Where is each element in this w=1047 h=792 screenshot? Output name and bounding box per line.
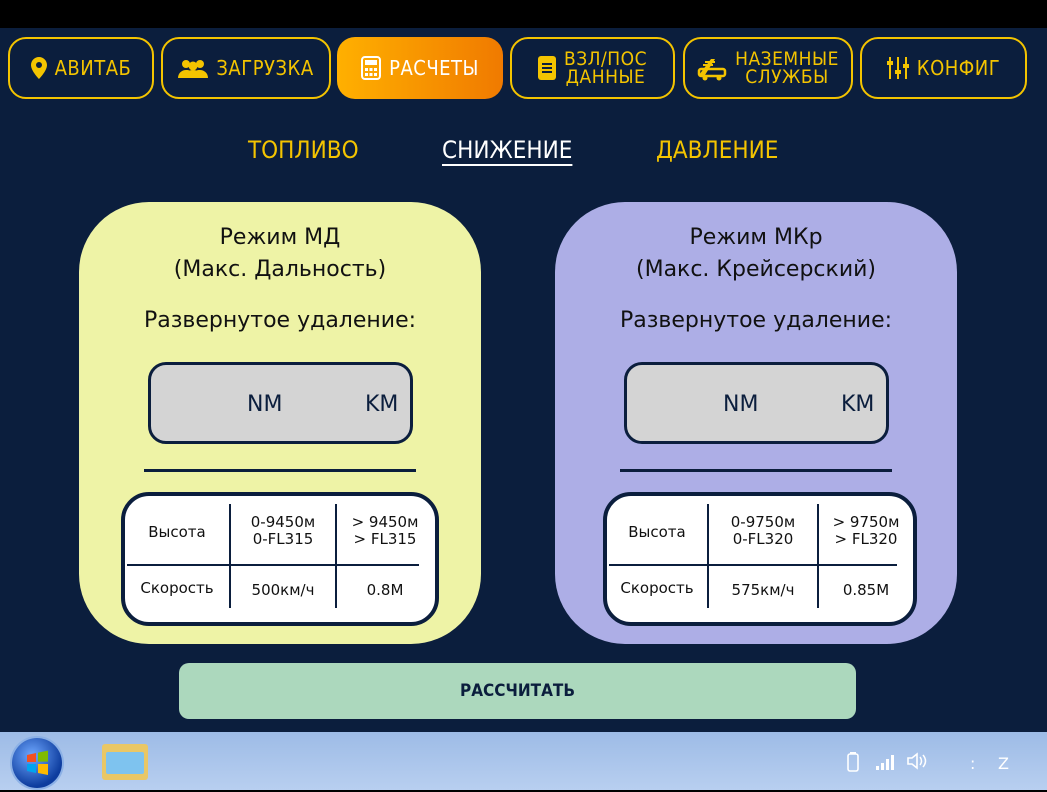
tab-loading[interactable]: ЗАГРУЗКА: [161, 37, 331, 99]
sliders-icon: [886, 57, 909, 79]
tab-ground-services[interactable]: НАЗЕМНЫЕ СЛУЖБЫ: [683, 37, 853, 99]
table-hline: [609, 564, 897, 566]
nm-unit-label: NM: [247, 392, 283, 417]
row-speed-label: Скорость: [620, 579, 694, 597]
card-title-line2: (Макс. Дальность): [173, 257, 387, 282]
location-pin-icon: [30, 57, 47, 79]
clock-text[interactable]: Z: [998, 754, 1009, 773]
people-icon: [178, 60, 209, 78]
speed-high: 0.85M: [842, 581, 890, 599]
calculate-button[interactable]: РАССЧИТАТЬ: [179, 663, 856, 719]
divider: [144, 469, 416, 472]
tab-ground-label-line2: СЛУЖБЫ: [745, 66, 829, 88]
altitude-low-meters: 0-9450м: [250, 513, 316, 531]
altitude-high-fl: > FL315: [353, 530, 417, 548]
card-title-line2: (Макс. Крейсерский): [636, 257, 876, 282]
altitude-high-meters: > 9450м: [351, 513, 419, 531]
tab-calculations[interactable]: РАСЧЕТЫ: [337, 37, 503, 99]
nm-unit-label: NM: [723, 392, 759, 417]
km-unit-label: KM: [841, 392, 875, 417]
altitude-high-fl: > FL320: [834, 530, 898, 548]
card-subtitle: Развернутое удаление:: [619, 308, 893, 333]
file-explorer-icon[interactable]: [102, 744, 148, 780]
km-unit-label: KM: [365, 392, 399, 417]
signal-icon[interactable]: [876, 754, 898, 774]
subtab-pressure[interactable]: ДАВЛЕНИЕ: [656, 136, 778, 164]
parameters-table: Высота 0-9450м 0-FL315 > 9450м > FL315 Ско…: [121, 492, 439, 626]
altitude-range-low: 0-9450м 0-FL315: [231, 514, 335, 548]
tab-config-label: КОНФИГ: [916, 56, 1001, 80]
tab-calculations-label: РАСЧЕТЫ: [389, 56, 479, 80]
card-title-line1: Режим МД: [219, 225, 341, 250]
calculator-icon: [361, 56, 382, 80]
tab-loading-label: ЗАГРУЗКА: [216, 56, 314, 80]
max-range-card: Режим МД (Макс. Дальность) Развернутое у…: [79, 202, 481, 644]
altitude-low-fl: 0-FL320: [732, 530, 794, 548]
speed-high: 0.8M: [366, 581, 404, 599]
tab-avitab[interactable]: АВИТАБ: [8, 37, 154, 99]
taskbar: : Z: [0, 732, 1047, 790]
clock-separator: :: [970, 754, 976, 773]
parameters-table: Высота 0-9750м 0-FL320 > 9750м > FL320 Ско…: [603, 492, 917, 626]
tab-avitab-label: АВИТАБ: [54, 56, 132, 80]
distance-readout: NM KM: [148, 362, 413, 444]
altitude-range-high: > 9450м > FL315: [337, 514, 433, 548]
card-title-line1: Режим МКр: [689, 225, 823, 250]
divider: [620, 469, 892, 472]
subtab-fuel[interactable]: ТОПЛИВО: [248, 136, 359, 164]
tab-takeoff-landing-data[interactable]: ВЗЛ/ПОС ДАННЫЕ: [510, 37, 675, 99]
windows-start-icon[interactable]: [12, 738, 62, 788]
altitude-range-high: > 9750м > FL320: [819, 514, 913, 548]
altitude-range-low: 0-9750м 0-FL320: [709, 514, 817, 548]
tab-config[interactable]: КОНФИГ: [860, 37, 1027, 99]
card-title: Режим МКр (Макс. Крейсерский): [555, 222, 957, 286]
subtab-descent[interactable]: СНИЖЕНИЕ: [442, 136, 572, 164]
battery-icon[interactable]: [847, 752, 859, 776]
speed-low: 575км/ч: [731, 581, 795, 599]
speaker-icon[interactable]: [906, 752, 930, 774]
top-black-bar: [0, 0, 1047, 28]
distance-readout: NM KM: [624, 362, 889, 444]
altitude-low-fl: 0-FL315: [252, 530, 314, 548]
table-hline: [127, 564, 419, 566]
tab-takeoff-label-line2: ДАННЫЕ: [565, 66, 646, 88]
altitude-low-meters: 0-9750м: [730, 513, 796, 531]
speed-low: 500км/ч: [251, 581, 315, 599]
row-speed-label: Скорость: [140, 579, 214, 597]
row-altitude-label: Высота: [628, 523, 686, 541]
altitude-high-meters: > 9750м: [832, 513, 900, 531]
card-title: Режим МД (Макс. Дальность): [79, 222, 481, 286]
document-icon: [537, 56, 556, 80]
max-cruise-card: Режим МКр (Макс. Крейсерский) Развернуто…: [555, 202, 957, 644]
ground-vehicle-icon: [697, 59, 727, 81]
row-altitude-label: Высота: [148, 523, 206, 541]
card-subtitle: Развернутое удаление:: [143, 308, 417, 333]
